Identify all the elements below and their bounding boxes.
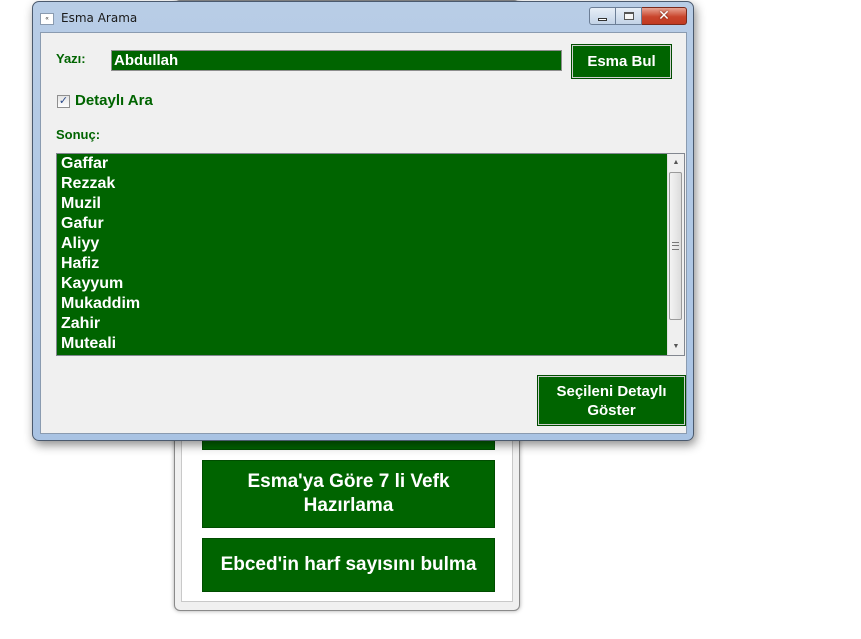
maximize-button[interactable]	[616, 7, 642, 25]
show-detail-button[interactable]: Seçileni Detaylı Göster	[537, 375, 686, 426]
minimize-button[interactable]	[589, 7, 616, 25]
dialog-client-area: Yazı: Esma Bul ✓ Detaylı Ara Sonuç: Gaff…	[40, 32, 687, 434]
app-icon: «	[40, 13, 54, 25]
list-item[interactable]: Aliyy	[57, 234, 684, 254]
close-button[interactable]: ✕	[642, 7, 687, 25]
vertical-scrollbar[interactable]: ▲ ▼	[667, 154, 684, 355]
checkmark-icon: ✓	[58, 95, 69, 107]
ebced-button[interactable]: Ebced'in harf sayısını bulma	[202, 538, 495, 592]
vefk-button[interactable]: Esma'ya Göre 7 li Vefk Hazırlama	[202, 460, 495, 528]
close-icon: ✕	[658, 8, 670, 24]
result-listbox[interactable]: Gaffar Rezzak Muzil Gafur Aliyy Hafiz Kayyum Mu…	[56, 153, 685, 356]
esma-arama-dialog: « Esma Arama ✕ Yazı: Esma Bul ✓ Detaylı …	[32, 1, 694, 441]
list-item[interactable]: Gaffar	[57, 154, 684, 174]
list-item[interactable]: Muteali	[57, 334, 684, 354]
list-item[interactable]: Kayyum	[57, 274, 684, 294]
detail-search-label[interactable]: Detaylı Ara	[75, 92, 153, 109]
title-bar[interactable]: « Esma Arama ✕	[33, 2, 693, 32]
caption-buttons: ✕	[589, 7, 687, 26]
list-item[interactable]: Muzil	[57, 194, 684, 214]
window-title: Esma Arama	[61, 11, 138, 25]
list-item[interactable]: Rezzak	[57, 174, 684, 194]
search-text-input[interactable]	[111, 50, 562, 71]
text-label: Yazı:	[56, 51, 86, 66]
minimize-icon	[598, 17, 607, 21]
list-item[interactable]: Mukaddim	[57, 294, 684, 314]
scroll-up-arrow-icon[interactable]: ▲	[668, 154, 684, 171]
list-item[interactable]: Gafur	[57, 214, 684, 234]
maximize-icon	[623, 12, 634, 20]
scrollbar-thumb[interactable]	[669, 172, 682, 320]
esma-bul-button[interactable]: Esma Bul	[571, 44, 672, 79]
result-list: Gaffar Rezzak Muzil Gafur Aliyy Hafiz Kayyum Mu…	[57, 154, 684, 354]
list-item[interactable]: Zahir	[57, 314, 684, 334]
list-item[interactable]: Hafiz	[57, 254, 684, 274]
grip-icon	[672, 242, 679, 250]
result-label: Sonuç:	[56, 127, 101, 142]
scroll-down-arrow-icon[interactable]: ▼	[668, 338, 684, 355]
detail-search-checkbox[interactable]: ✓	[57, 95, 70, 108]
